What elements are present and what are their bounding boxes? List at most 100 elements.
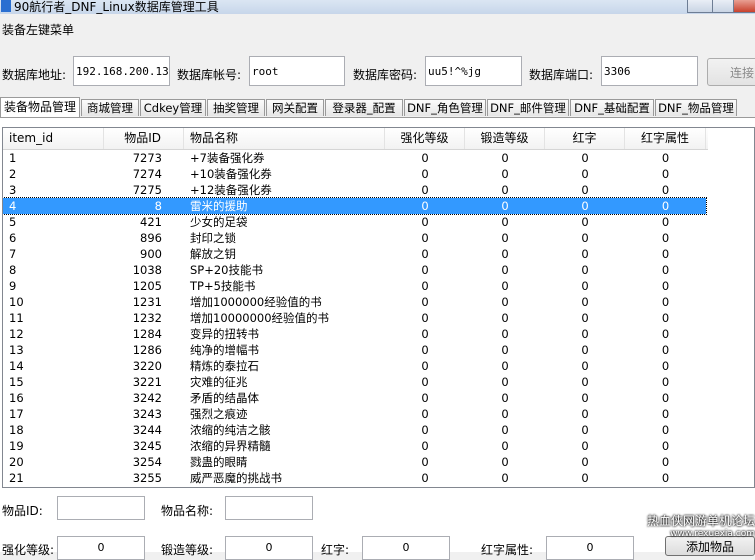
cell-forge-level: 0 (501, 167, 509, 181)
table-row[interactable]: 18 3244 浓缩的纯洁之骸 0 0 0 0 (3, 422, 706, 438)
maximize-button[interactable] (712, 0, 734, 13)
cell-red-text: 0 (581, 295, 589, 309)
table-row[interactable]: 8 1038 SP+20技能书 0 0 0 0 (3, 262, 706, 278)
cell-red-text: 0 (581, 407, 589, 421)
table-row[interactable]: 9 1205 TP+5技能书 0 0 0 0 (3, 278, 706, 294)
column-header-red-text[interactable]: 红字 (545, 128, 625, 149)
db-user-input[interactable]: root (249, 56, 345, 86)
tab-launcher-config[interactable]: 登录器_配置 (325, 99, 403, 116)
db-host-input[interactable]: 192.168.200.131 (73, 56, 170, 86)
table-row[interactable]: 17 3243 强烈之痕迹 0 0 0 0 (3, 406, 706, 422)
cell-forge-level: 0 (501, 311, 509, 325)
db-user-label: 数据库帐号: (177, 68, 242, 82)
table-row[interactable]: 1 7273 +7装备强化券 0 0 0 0 (3, 150, 706, 166)
cell-item-name: 矛盾的结晶体 (190, 391, 259, 405)
cell-item-id: 10 (9, 295, 24, 309)
cell-object-id: 900 (140, 247, 162, 261)
cell-red-attribute: 0 (661, 359, 670, 373)
connect-button[interactable]: 连接 (707, 58, 755, 86)
table-row[interactable]: 16 3242 矛盾的结晶体 0 0 0 0 (3, 390, 706, 406)
cell-object-id: 1205 (132, 279, 162, 293)
tab-mall[interactable]: 商城管理 (81, 99, 139, 116)
cell-enhance-level: 0 (421, 231, 429, 245)
menu-item-equipment-context[interactable]: 装备左键菜单 (0, 21, 76, 38)
cell-red-attribute: 0 (661, 151, 670, 165)
enhance-level-input[interactable]: 0 (57, 536, 145, 560)
cell-red-attribute: 0 (661, 215, 670, 229)
cell-item-name: 少女的足袋 (190, 215, 248, 229)
red-text-label: 红字: (321, 543, 350, 557)
column-header-enhance-level[interactable]: 强化等级 (385, 128, 465, 149)
db-port-input[interactable]: 3306 (601, 56, 698, 86)
item-id-input[interactable] (57, 496, 145, 520)
tab-dnf-items[interactable]: DNF_物品管理 (655, 99, 737, 116)
tab-lottery[interactable]: 抽奖管理 (207, 99, 265, 116)
cell-forge-level: 0 (501, 423, 509, 437)
cell-item-name: 强烈之痕迹 (190, 407, 248, 421)
forge-level-input[interactable]: 0 (225, 536, 313, 560)
column-header-item-id[interactable]: item_id (3, 128, 104, 149)
cell-object-id: 1284 (132, 327, 162, 341)
tab-gateway[interactable]: 网关配置 (266, 99, 324, 116)
table-row[interactable]: 10 1231 增加1000000经验值的书 0 0 0 0 (3, 294, 706, 310)
table-row[interactable]: 4 8 雷米的援助 0 0 0 0 (3, 197, 707, 215)
tab-dnf-mail[interactable]: DNF_邮件管理 (487, 99, 569, 116)
cell-forge-level: 0 (501, 247, 509, 261)
cell-red-text: 0 (581, 455, 589, 469)
cell-red-text: 0 (581, 183, 589, 197)
cell-red-text: 0 (581, 199, 589, 213)
table-row[interactable]: 15 3221 灾难的征兆 0 0 0 0 (3, 374, 706, 390)
table-row[interactable]: 20 3254 戮蛊的眼睛 0 0 0 0 (3, 454, 706, 470)
tab-dnf-basic-config[interactable]: DNF_基础配置 (570, 99, 654, 116)
cell-forge-level: 0 (501, 455, 509, 469)
table-row[interactable]: 7 900 解放之钥 0 0 0 0 (3, 246, 706, 262)
table-row[interactable]: 14 3220 精炼的泰拉石 0 0 0 0 (3, 358, 706, 374)
db-password-input[interactable]: uu5!^%jg (425, 56, 522, 86)
cell-item-id: 1 (9, 151, 17, 165)
red-attribute-input[interactable]: 0 (546, 536, 634, 560)
table-row[interactable]: 12 1284 变异的扭转书 0 0 0 0 (3, 326, 706, 342)
table-row[interactable]: 11 1232 增加10000000经验值的书 0 0 0 0 (3, 310, 706, 326)
cell-item-name: 解放之钥 (190, 247, 236, 261)
cell-enhance-level: 0 (421, 263, 429, 277)
tab-equipment-items[interactable]: 装备物品管理 (0, 97, 80, 117)
tab-cdkey[interactable]: Cdkey管理 (140, 99, 206, 116)
cell-red-attribute: 0 (661, 343, 670, 357)
cell-red-text: 0 (581, 391, 589, 405)
cell-red-text: 0 (581, 231, 589, 245)
cell-forge-level: 0 (501, 439, 509, 453)
table-row[interactable]: 21 3255 威严恶魔的挑战书 0 0 0 0 (3, 470, 706, 486)
cell-forge-level: 0 (501, 231, 509, 245)
db-password-label: 数据库密码: (353, 68, 418, 82)
cell-item-id: 4 (9, 199, 17, 213)
cell-item-id: 19 (9, 439, 24, 453)
cell-enhance-level: 0 (421, 343, 429, 357)
cell-item-id: 20 (9, 455, 24, 469)
minimize-button[interactable] (687, 0, 713, 13)
table-row[interactable]: 2 7274 +10装备强化券 0 0 0 0 (3, 166, 706, 182)
cell-red-attribute: 0 (661, 439, 670, 453)
cell-red-text: 0 (581, 263, 589, 277)
cell-item-id: 5 (9, 215, 17, 229)
cell-item-name: +10装备强化券 (190, 167, 272, 181)
column-header-object-id[interactable]: 物品ID (104, 128, 184, 149)
cell-forge-level: 0 (501, 151, 509, 165)
table-row[interactable]: 13 1286 纯净的增幅书 0 0 0 0 (3, 342, 706, 358)
cell-item-id: 14 (9, 359, 24, 373)
tab-dnf-roles[interactable]: DNF_角色管理 (404, 99, 486, 116)
cell-item-name: 纯净的增幅书 (190, 343, 259, 357)
red-text-input[interactable]: 0 (362, 536, 450, 560)
menu-bar: 装备左键菜单 (0, 18, 755, 38)
cell-item-name: +12装备强化券 (190, 183, 272, 197)
table-row[interactable]: 19 3245 浓缩的异界精髓 0 0 0 0 (3, 438, 706, 454)
column-header-forge-level[interactable]: 锻造等级 (465, 128, 545, 149)
table-row[interactable]: 5 421 少女的足袋 0 0 0 0 (3, 214, 706, 230)
column-header-red-attribute[interactable]: 红字属性 (625, 128, 706, 149)
close-button[interactable] (733, 0, 755, 13)
item-table[interactable]: item_id 物品ID 物品名称 强化等级 锻造等级 红字 红字属性 1 727… (2, 127, 755, 488)
cell-red-text: 0 (581, 359, 589, 373)
table-row[interactable]: 6 896 封印之锁 0 0 0 0 (3, 230, 706, 246)
column-header-item-name[interactable]: 物品名称 (184, 128, 385, 149)
table-row[interactable]: 3 7275 +12装备强化券 0 0 0 0 (3, 182, 706, 198)
item-name-input[interactable] (225, 496, 313, 520)
